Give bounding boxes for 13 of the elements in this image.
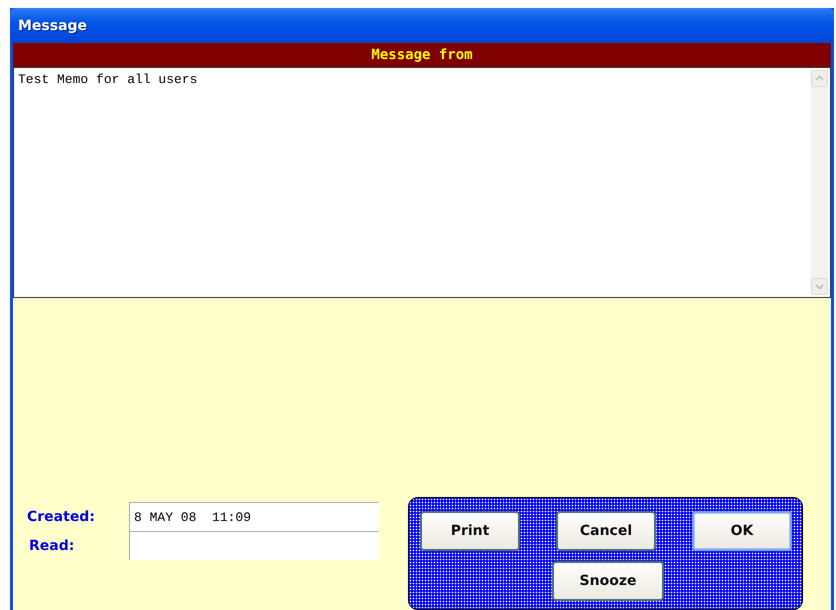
field-value: 8 MAY 08 11:09	[129, 502, 379, 531]
dialog-button[interactable]: Snooze	[552, 561, 664, 601]
dialog-button[interactable]: Cancel	[556, 511, 656, 551]
dialog-button[interactable]: Print	[420, 511, 520, 551]
scrollbar[interactable]	[811, 70, 828, 295]
scroll-down-icon[interactable]	[811, 278, 828, 295]
field-label: Read:	[28, 536, 76, 556]
message-text: Test Memo for all users	[17, 71, 198, 89]
dialog-button[interactable]: OK	[692, 511, 792, 551]
window-title: Message	[18, 18, 88, 34]
field-label: Created:	[26, 508, 96, 526]
header-bar: Message from	[13, 43, 831, 67]
scroll-up-icon[interactable]	[811, 70, 828, 87]
